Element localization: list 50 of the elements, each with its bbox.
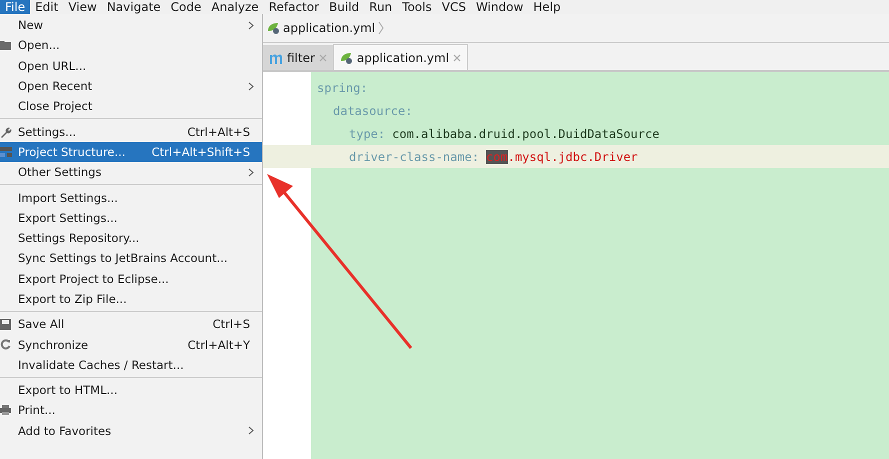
code-line: spring: (316, 80, 369, 97)
menu-bar-item[interactable]: Refactor (264, 0, 324, 14)
menu-bar-item[interactable]: Tools (397, 0, 437, 14)
code-line: type: com.alibaba.druid.pool.DuidDataSource (348, 126, 660, 142)
menu-item[interactable]: Settings... Ctrl+Alt+S (0, 121, 262, 142)
menu-bar-item[interactable]: Analyze (206, 0, 264, 14)
menu-item[interactable]: Sync Settings to JetBrains Account... (0, 248, 262, 269)
close-icon[interactable] (318, 54, 327, 62)
menu-item[interactable]: Save All Ctrl+S (0, 314, 262, 334)
menu-item[interactable]: Export Settings... (0, 208, 262, 228)
m-letter-icon (269, 52, 283, 64)
sync-icon (0, 339, 11, 350)
menu-bar-item[interactable]: Build (324, 0, 364, 14)
structure-icon (0, 146, 12, 157)
menu-item[interactable]: Synchronize Ctrl+Alt+Y (0, 334, 262, 355)
menu-bar-item[interactable]: Navigate (102, 0, 166, 14)
menu-item[interactable]: Print... (0, 400, 262, 421)
menu-bar-item[interactable]: VCS (436, 0, 471, 14)
menu-item[interactable]: Export to HTML... (0, 380, 262, 400)
menu-item[interactable]: Open Recent (0, 76, 262, 96)
menu-item[interactable]: Export Project to Eclipse... (0, 268, 262, 289)
editor-tab[interactable]: filter (263, 45, 333, 70)
menu-bar-item[interactable]: Run (364, 0, 398, 14)
code-line: datasource: (332, 102, 414, 120)
menu-bar-item[interactable]: Code (166, 0, 206, 14)
menu-item[interactable]: Invalidate Caches / Restart... (0, 354, 262, 376)
menu-item[interactable]: New (0, 15, 262, 36)
menu-bar-item[interactable]: View (63, 0, 102, 14)
leaf-icon (340, 52, 353, 64)
chevron-right-icon (378, 21, 384, 35)
folder-icon (0, 40, 12, 50)
menu-item[interactable]: Settings Repository... (0, 228, 262, 248)
editor-tab[interactable]: application.yml (332, 44, 468, 70)
menu-item[interactable]: Open... (0, 35, 262, 56)
menu-bar-item[interactable]: Help (528, 0, 566, 14)
menu-bar-item[interactable]: Edit (30, 0, 64, 14)
menu-bar-item[interactable]: File (0, 0, 30, 14)
menu-item[interactable]: Close Project (0, 96, 262, 116)
leaf-icon (267, 22, 280, 34)
menu-item[interactable]: Export to Zip File... (0, 288, 262, 310)
menu-item[interactable]: Other Settings (0, 162, 262, 182)
close-icon[interactable] (453, 54, 462, 62)
menu-item[interactable]: Open URL... (0, 56, 262, 76)
menu-item[interactable]: Import Settings... (0, 187, 262, 208)
wrench-icon (0, 126, 12, 138)
printer-icon (0, 405, 11, 416)
menu-bar-item[interactable]: Window (470, 0, 528, 14)
menu-item[interactable]: Project Structure... Ctrl+Alt+Shift+S (0, 142, 262, 162)
breadcrumb[interactable]: application.yml (267, 21, 384, 35)
menu-item[interactable]: Add to Favorites (0, 420, 262, 441)
